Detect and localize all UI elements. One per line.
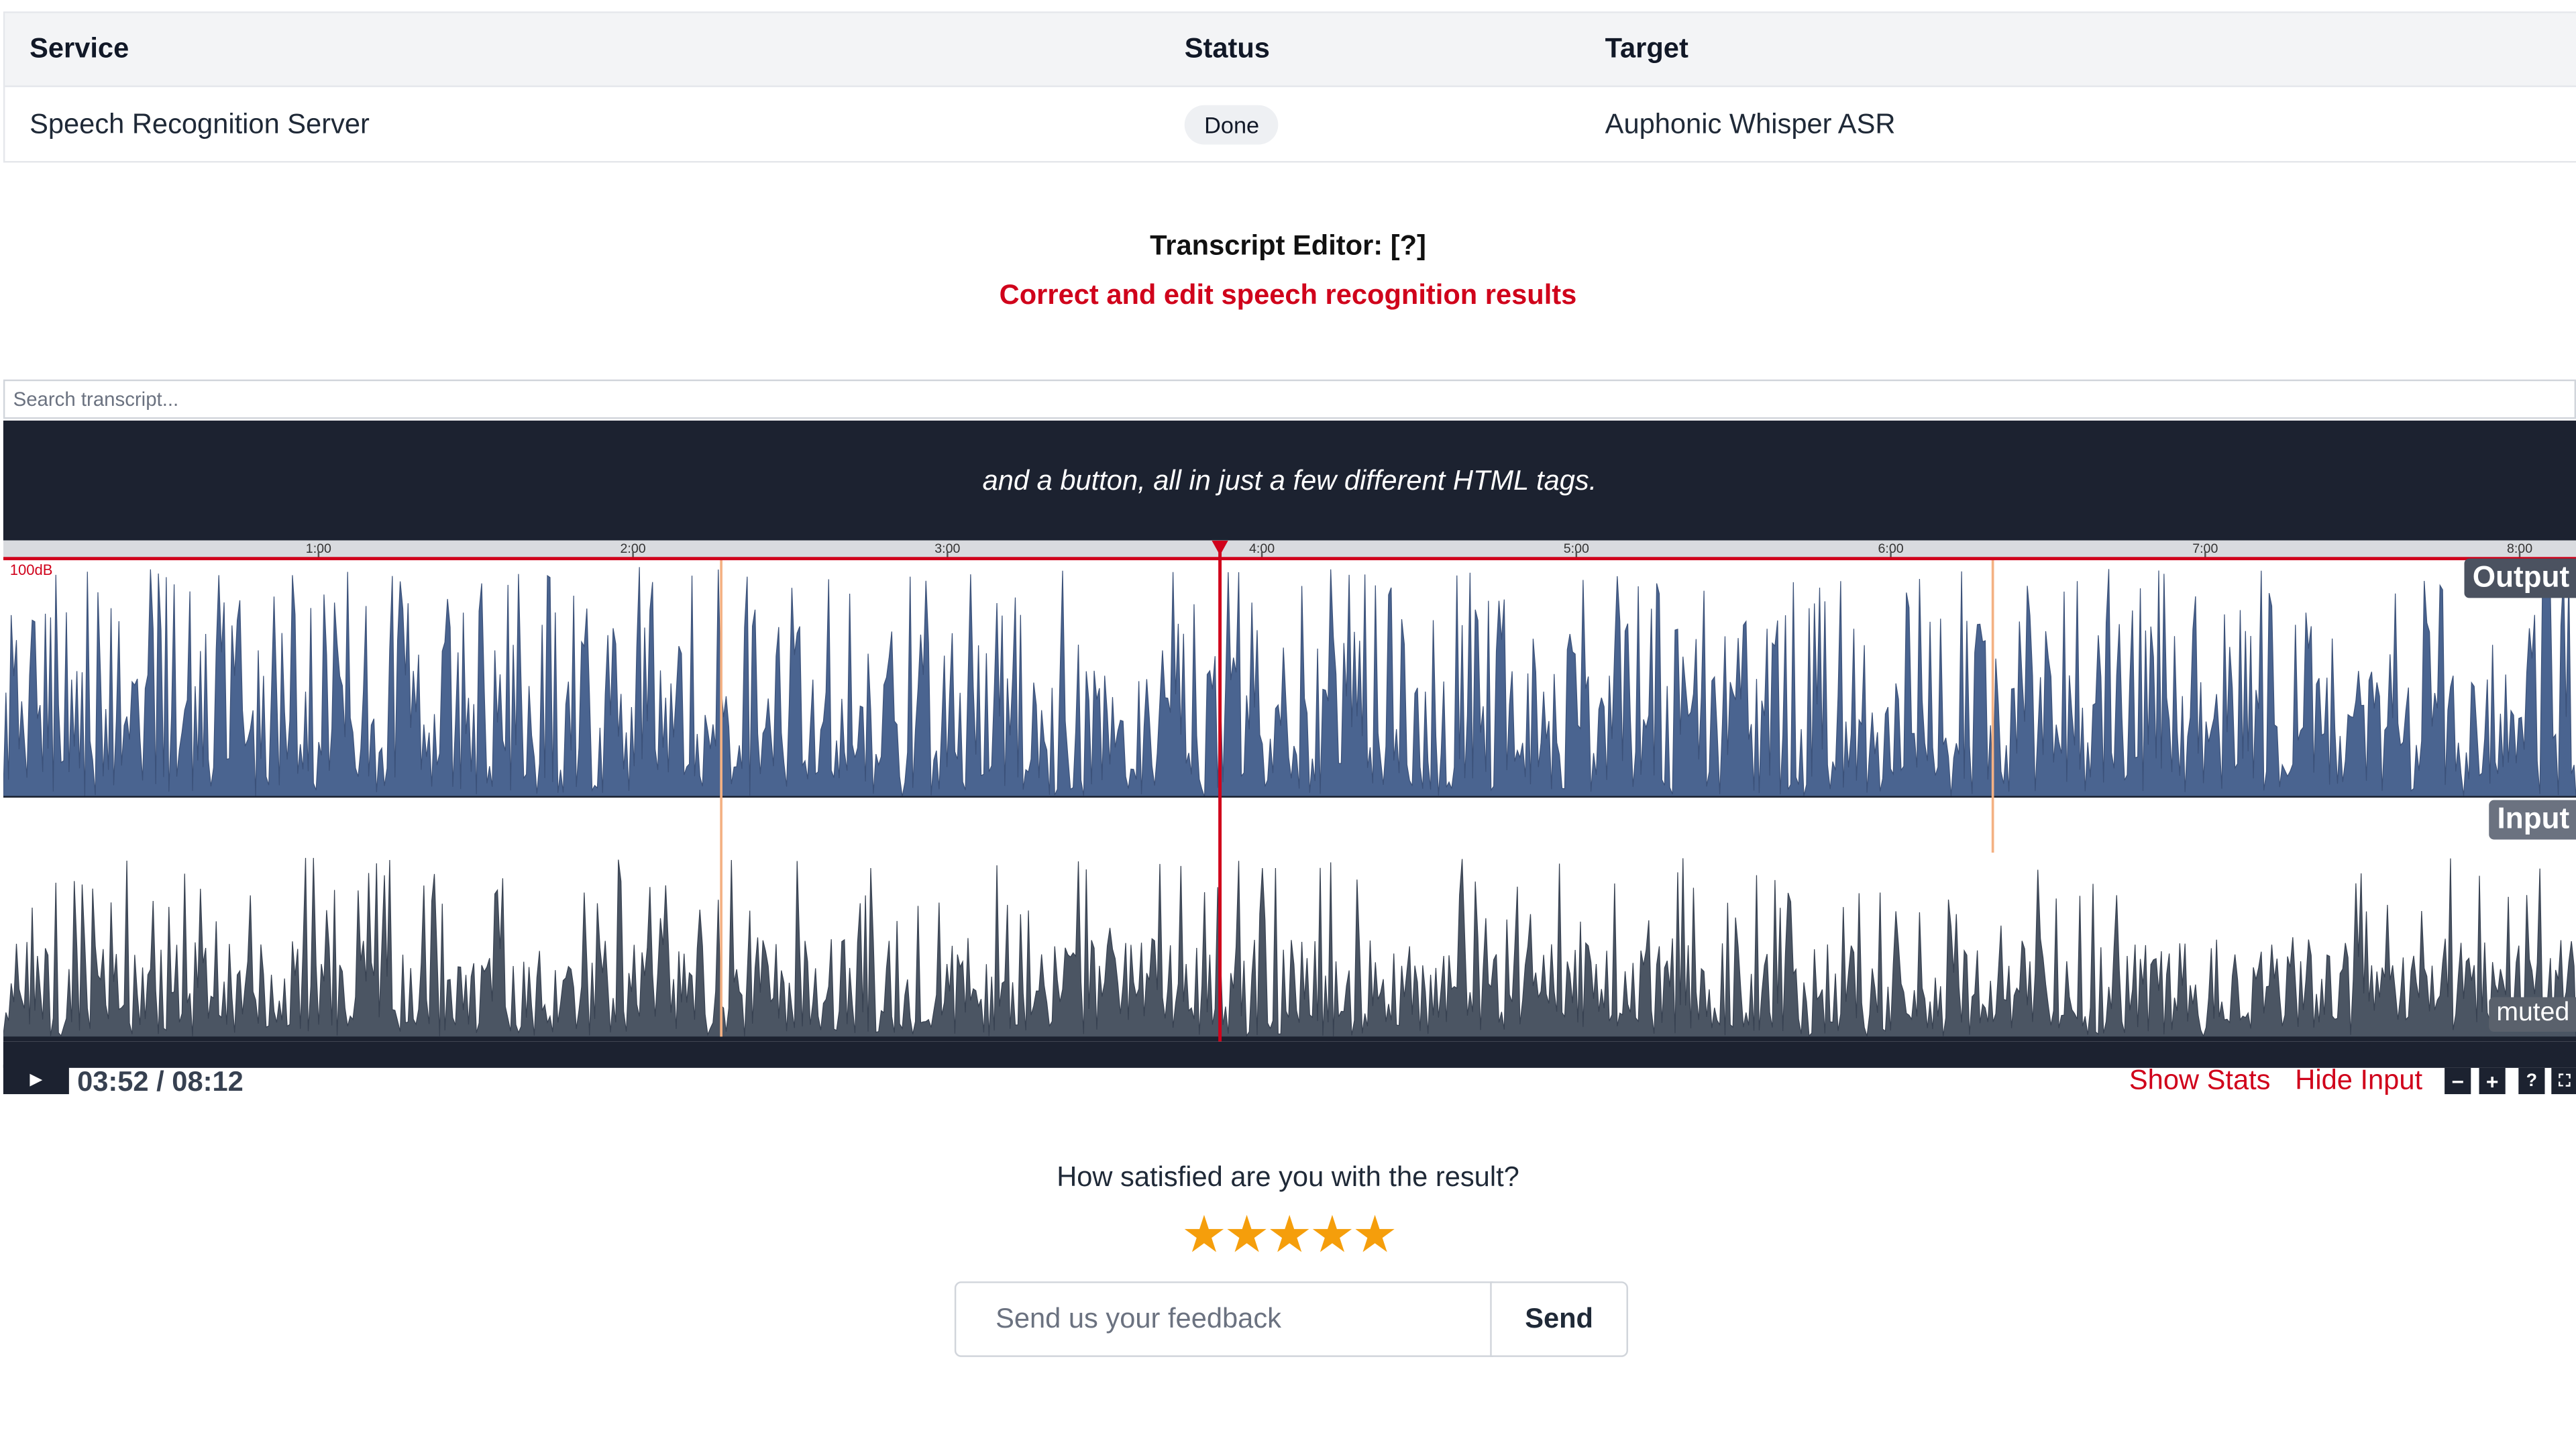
timeline-tick-label: 2:00: [621, 541, 646, 556]
transcript-caption[interactable]: and a button, all in just a few differen…: [3, 420, 2576, 541]
waveform-area[interactable]: 1:00 2:00 3:00 4:00 5:00 6:00 7:00 8:00: [3, 540, 2576, 1042]
level-label: 100dB: [9, 561, 53, 579]
header-service: Service: [30, 32, 129, 64]
star-icon[interactable]: ★: [1224, 1207, 1270, 1263]
star-icon[interactable]: ★: [1352, 1207, 1398, 1263]
output-track-label[interactable]: Output: [2464, 558, 2576, 598]
table-row: Speech Recognition Server Done Auphonic …: [5, 87, 2576, 161]
status-badge: Done: [1184, 104, 1279, 144]
timeline-tick-label: 1:00: [306, 541, 331, 556]
caption-text: and a button, all in just a few differen…: [982, 464, 1597, 496]
muted-label[interactable]: muted: [2488, 997, 2576, 1032]
star-icon[interactable]: ★: [1267, 1207, 1312, 1263]
hide-input-link[interactable]: Hide Input: [2295, 1065, 2422, 1097]
zoom-out-button[interactable]: −: [2445, 1067, 2471, 1095]
zoom-in-button[interactable]: +: [2479, 1067, 2506, 1095]
timeline-tick-label: 6:00: [1878, 541, 1903, 556]
play-icon: ▶: [30, 1070, 43, 1089]
input-track-label[interactable]: Input: [2489, 800, 2576, 840]
timeline-ruler[interactable]: [3, 540, 2576, 559]
timeline-tick-label: 7:00: [2192, 541, 2218, 556]
editor-subtitle: Correct and edit speech recognition resu…: [999, 279, 1577, 311]
waveform-baseline: [3, 1036, 2576, 1042]
show-stats-link[interactable]: Show Stats: [2129, 1065, 2271, 1097]
play-button[interactable]: ▶: [3, 1064, 69, 1095]
row-status-cell: Done: [1184, 87, 1279, 161]
timeline-tick-label: 3:00: [934, 541, 960, 556]
send-button[interactable]: Send: [1490, 1281, 1628, 1357]
help-button[interactable]: ?: [2518, 1067, 2545, 1095]
row-service: Speech Recognition Server: [30, 107, 370, 139]
row-target: Auphonic Whisper ASR: [1605, 107, 1896, 139]
star-rating[interactable]: ★ ★ ★ ★ ★: [1181, 1207, 1398, 1263]
star-icon[interactable]: ★: [1181, 1207, 1227, 1263]
time-readout: 03:52 / 08:12: [77, 1066, 244, 1097]
timeline-tick-label: 5:00: [1564, 541, 1589, 556]
services-table: Service Status Target Speech Recognition…: [3, 11, 2576, 163]
star-icon[interactable]: ★: [1309, 1207, 1355, 1263]
table-header: Service Status Target: [5, 13, 2576, 87]
timeline-tick-label: 8:00: [2507, 541, 2532, 556]
page: Service Status Target Speech Recognition…: [0, 0, 2576, 1449]
header-target: Target: [1605, 32, 1688, 64]
timeline-tick-label: 4:00: [1249, 541, 1275, 556]
satisfaction-question: How satisfied are you with the result?: [1057, 1161, 1519, 1193]
feedback-input[interactable]: [954, 1281, 1494, 1357]
input-waveform: [3, 857, 2576, 1038]
waveform-canvas[interactable]: 1:00 2:00 3:00 4:00 5:00 6:00 7:00 8:00: [3, 540, 2576, 1042]
editor-title[interactable]: Transcript Editor: [?]: [0, 230, 2576, 263]
header-status: Status: [1184, 32, 1271, 64]
search-transcript-input[interactable]: [3, 379, 2576, 419]
fullscreen-icon: ⛶: [2559, 1071, 2571, 1090]
fullscreen-button[interactable]: ⛶: [2551, 1067, 2576, 1095]
